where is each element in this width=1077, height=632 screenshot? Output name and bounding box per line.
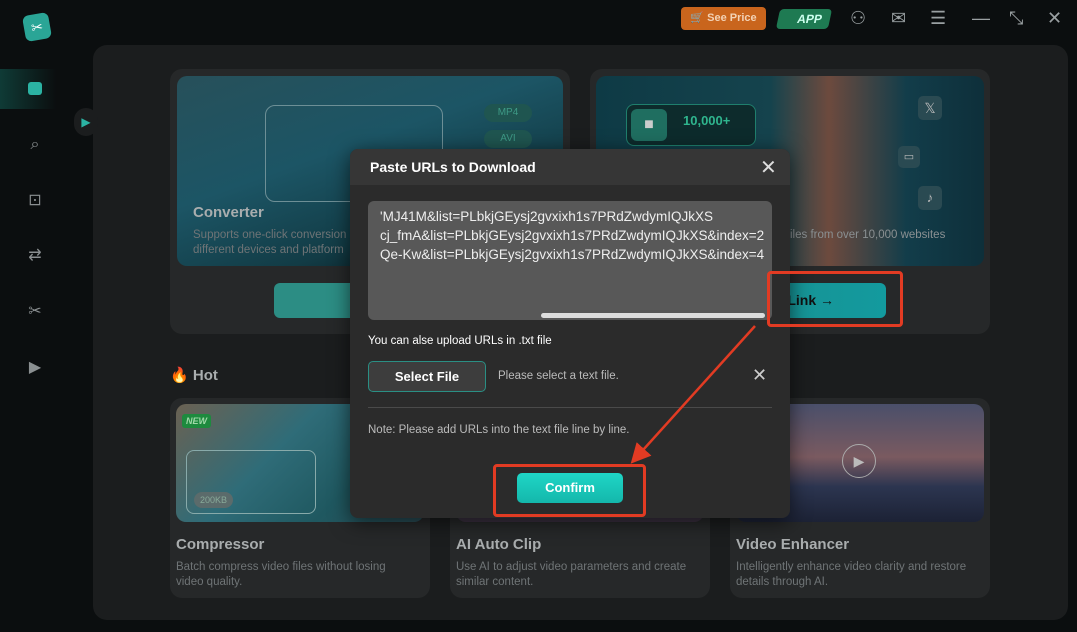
- annotation-arrow: [630, 325, 756, 464]
